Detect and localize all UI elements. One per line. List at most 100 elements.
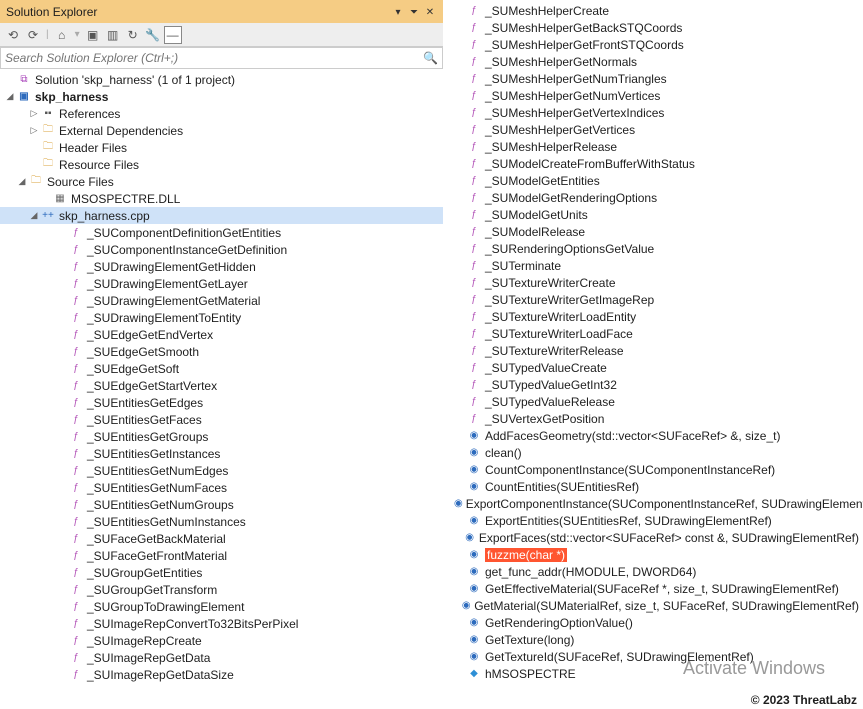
header-files-node[interactable]: 🗀 Header Files xyxy=(0,139,443,156)
expander-closed-icon[interactable]: ▷ xyxy=(28,125,40,136)
function-label: _SUEntitiesGetNumGroups xyxy=(87,498,439,512)
refresh-button[interactable]: ↻ xyxy=(124,26,142,44)
member-node[interactable]: ◉ clean() xyxy=(444,444,863,461)
member-node[interactable]: ◆ hMSOSPECTRE xyxy=(444,665,863,682)
function-node[interactable]: ƒ _SUFaceGetFrontMaterial xyxy=(0,547,443,564)
expander-open-icon[interactable]: ◢ xyxy=(16,176,28,187)
member-node[interactable]: ƒ _SUModelGetRenderingOptions xyxy=(444,189,863,206)
member-node[interactable]: ƒ _SUMeshHelperGetNumVertices xyxy=(444,87,863,104)
function-node[interactable]: ƒ _SUEntitiesGetNumInstances xyxy=(0,513,443,530)
member-node[interactable]: ƒ _SURenderingOptionsGetValue xyxy=(444,240,863,257)
member-node[interactable]: ◉ ExportComponentInstance(SUComponentIns… xyxy=(444,495,863,512)
sync-button[interactable]: ▣ xyxy=(84,26,102,44)
function-node[interactable]: ƒ _SUEntitiesGetEdges xyxy=(0,394,443,411)
external-deps-node[interactable]: ▷ 🗀 External Dependencies xyxy=(0,122,443,139)
function-node[interactable]: ƒ _SUDrawingElementGetHidden xyxy=(0,258,443,275)
member-node[interactable]: ƒ _SUModelGetEntities xyxy=(444,172,863,189)
function-node[interactable]: ƒ _SUDrawingElementToEntity xyxy=(0,309,443,326)
member-node[interactable]: ƒ _SUMeshHelperCreate xyxy=(444,2,863,19)
expander-open-icon[interactable]: ◢ xyxy=(4,91,16,102)
member-node[interactable]: ◉ fuzzme(char *) xyxy=(444,546,863,563)
expander-closed-icon[interactable]: ▷ xyxy=(28,108,40,119)
member-node[interactable]: ◉ initialize() xyxy=(444,682,863,685)
function-node[interactable]: ƒ _SUFaceGetBackMaterial xyxy=(0,530,443,547)
member-node[interactable]: ƒ _SUTextureWriterRelease xyxy=(444,342,863,359)
function-node[interactable]: ƒ _SUImageRepCreate xyxy=(0,632,443,649)
solution-node[interactable]: ⧉ Solution 'skp_harness' (1 of 1 project… xyxy=(0,71,443,88)
home-button[interactable]: ⌂ xyxy=(53,26,71,44)
function-node[interactable]: ƒ _SUEdgeGetSmooth xyxy=(0,343,443,360)
project-node[interactable]: ◢ ▣ skp_harness xyxy=(0,88,443,105)
function-node[interactable]: ƒ _SUGroupGetTransform xyxy=(0,581,443,598)
back-button[interactable]: ⟲ xyxy=(4,26,22,44)
member-node[interactable]: ƒ _SUTextureWriterGetImageRep xyxy=(444,291,863,308)
function-node[interactable]: ƒ _SUComponentInstanceGetDefinition xyxy=(0,241,443,258)
member-node[interactable]: ƒ _SUModelGetUnits xyxy=(444,206,863,223)
member-node[interactable]: ƒ _SUTerminate xyxy=(444,257,863,274)
harness-cpp-node[interactable]: ◢ ++ skp_harness.cpp xyxy=(0,207,443,224)
member-label: _SUModelGetUnits xyxy=(485,208,859,222)
member-node[interactable]: ƒ _SUMeshHelperGetBackSTQCoords xyxy=(444,19,863,36)
show-all-button[interactable]: ▥ xyxy=(104,26,122,44)
properties-button[interactable]: 🔧 xyxy=(144,26,162,44)
member-node[interactable]: ƒ _SUTypedValueGetInt32 xyxy=(444,376,863,393)
member-node[interactable]: ƒ _SUTextureWriterLoadFace xyxy=(444,325,863,342)
member-node[interactable]: ƒ _SUMeshHelperGetVertices xyxy=(444,121,863,138)
forward-button[interactable]: ⟳ xyxy=(24,26,42,44)
solution-tree[interactable]: ⧉ Solution 'skp_harness' (1 of 1 project… xyxy=(0,69,443,685)
function-node[interactable]: ƒ _SUEntitiesGetNumEdges xyxy=(0,462,443,479)
function-node[interactable]: ƒ _SUEntitiesGetNumGroups xyxy=(0,496,443,513)
dropdown-icon[interactable]: ▾ xyxy=(391,5,405,19)
member-node[interactable]: ƒ _SUMeshHelperGetNormals xyxy=(444,53,863,70)
member-node[interactable]: ◉ GetEffectiveMaterial(SUFaceRef *, size… xyxy=(444,580,863,597)
function-node[interactable]: ƒ _SUEntitiesGetFaces xyxy=(0,411,443,428)
member-node[interactable]: ƒ _SUMeshHelperRelease xyxy=(444,138,863,155)
member-node[interactable]: ◉ CountComponentInstance(SUComponentInst… xyxy=(444,461,863,478)
member-node[interactable]: ◉ GetMaterial(SUMaterialRef, size_t, SUF… xyxy=(444,597,863,614)
function-node[interactable]: ƒ _SUEdgeGetSoft xyxy=(0,360,443,377)
member-node[interactable]: ◉ CountEntities(SUEntitiesRef) xyxy=(444,478,863,495)
member-node[interactable]: ƒ _SUMeshHelperGetNumTriangles xyxy=(444,70,863,87)
function-node[interactable]: ƒ _SUImageRepGetData xyxy=(0,649,443,666)
msospectre-node[interactable]: ▦ MSOSPECTRE.DLL xyxy=(0,190,443,207)
resource-files-node[interactable]: 🗀 Resource Files xyxy=(0,156,443,173)
member-node[interactable]: ◉ AddFacesGeometry(std::vector<SUFaceRef… xyxy=(444,427,863,444)
function-node[interactable]: ƒ _SUDrawingElementGetLayer xyxy=(0,275,443,292)
member-node[interactable]: ƒ _SUTextureWriterLoadEntity xyxy=(444,308,863,325)
search-bar[interactable]: 🔍 xyxy=(0,47,443,69)
search-input[interactable] xyxy=(5,51,423,65)
member-node[interactable]: ƒ _SUTextureWriterCreate xyxy=(444,274,863,291)
member-node[interactable]: ◉ ExportFaces(std::vector<SUFaceRef> con… xyxy=(444,529,863,546)
references-node[interactable]: ▷ ▪▪ References xyxy=(0,105,443,122)
member-node[interactable]: ƒ _SUModelRelease xyxy=(444,223,863,240)
function-node[interactable]: ƒ _SUEntitiesGetGroups xyxy=(0,428,443,445)
function-node[interactable]: ƒ _SUComponentDefinitionGetEntities xyxy=(0,224,443,241)
search-icon[interactable]: 🔍 xyxy=(423,51,438,65)
function-node[interactable]: ƒ _SUEntitiesGetInstances xyxy=(0,445,443,462)
member-node[interactable]: ƒ _SUVertexGetPosition xyxy=(444,410,863,427)
function-node[interactable]: ƒ _SUGroupGetEntities xyxy=(0,564,443,581)
member-node[interactable]: ƒ _SUMeshHelperGetVertexIndices xyxy=(444,104,863,121)
member-node[interactable]: ◉ get_func_addr(HMODULE, DWORD64) xyxy=(444,563,863,580)
close-icon[interactable]: ✕ xyxy=(423,5,437,19)
member-node[interactable]: ◉ GetRenderingOptionValue() xyxy=(444,614,863,631)
pin-icon[interactable]: ⏷ xyxy=(407,5,421,19)
source-files-node[interactable]: ◢ 🗀 Source Files xyxy=(0,173,443,190)
function-node[interactable]: ƒ _SUEntitiesGetNumFaces xyxy=(0,479,443,496)
member-node[interactable]: ◉ ExportEntities(SUEntitiesRef, SUDrawin… xyxy=(444,512,863,529)
function-node[interactable]: ƒ _SUEdgeGetEndVertex xyxy=(0,326,443,343)
expander-open-icon[interactable]: ◢ xyxy=(28,210,40,221)
member-node[interactable]: ◉ GetTextureId(SUFaceRef, SUDrawingEleme… xyxy=(444,648,863,665)
member-node[interactable]: ƒ _SUTypedValueCreate xyxy=(444,359,863,376)
member-node[interactable]: ƒ _SUTypedValueRelease xyxy=(444,393,863,410)
function-node[interactable]: ƒ _SUImageRepConvertTo32BitsPerPixel xyxy=(0,615,443,632)
function-node[interactable]: ƒ _SUDrawingElementGetMaterial xyxy=(0,292,443,309)
function-node[interactable]: ƒ _SUGroupToDrawingElement xyxy=(0,598,443,615)
collapse-button[interactable]: — xyxy=(164,26,182,44)
function-node[interactable]: ƒ _SUEdgeGetStartVertex xyxy=(0,377,443,394)
function-node[interactable]: ƒ _SUImageRepGetDataSize xyxy=(0,666,443,683)
member-node[interactable]: ƒ _SUMeshHelperGetFrontSTQCoords xyxy=(444,36,863,53)
member-node[interactable]: ƒ _SUModelCreateFromBufferWithStatus xyxy=(444,155,863,172)
member-node[interactable]: ◉ GetTexture(long) xyxy=(444,631,863,648)
function-node[interactable]: ƒ _SUImageRepGetPixelDimensions xyxy=(0,683,443,685)
